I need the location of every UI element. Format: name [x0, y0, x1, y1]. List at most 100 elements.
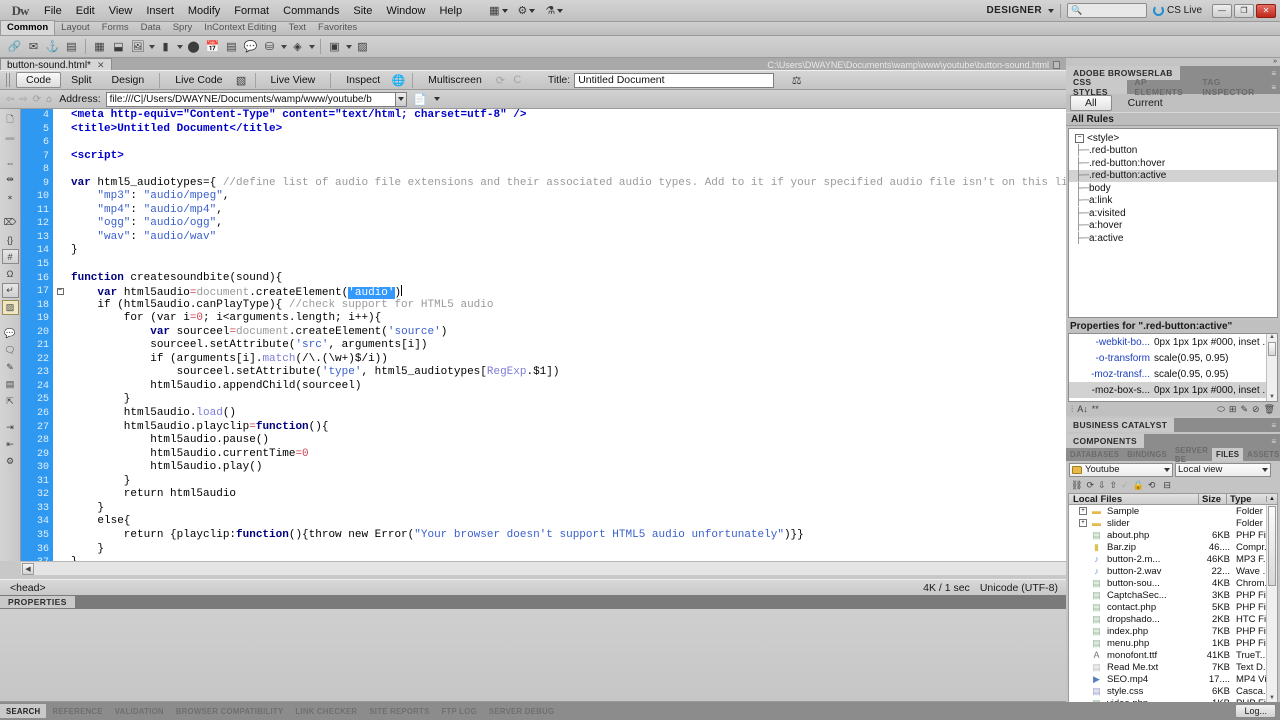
- home-icon[interactable]: ⌂: [46, 94, 52, 105]
- refresh-icon[interactable]: ⟳: [33, 94, 41, 105]
- css-panel-tab-tag-inspector[interactable]: TAG INSPECTOR: [1195, 77, 1271, 97]
- server-side-include-icon[interactable]: ▤: [223, 38, 240, 55]
- image-icon[interactable]: 🖼: [129, 38, 146, 55]
- file-list-row[interactable]: + ▬ slider Folder: [1069, 517, 1277, 529]
- file-list-row[interactable]: ▤ Read Me.txt 7KB Text D...: [1069, 661, 1277, 673]
- back-arrow-icon[interactable]: ⇦: [6, 94, 14, 105]
- menu-file[interactable]: File: [37, 3, 69, 19]
- script-icon[interactable]: ◈: [289, 38, 306, 55]
- css-property-row[interactable]: -moz-box-s... 0px 1px 1px #000, inset ...: [1069, 382, 1277, 398]
- panel-menu-icon[interactable]: ≡: [1271, 421, 1280, 430]
- column-size[interactable]: Size: [1198, 493, 1226, 505]
- recent-snippets-icon[interactable]: ▤: [2, 377, 19, 392]
- template-icon[interactable]: ▣: [326, 38, 343, 55]
- document-chevron-down-icon[interactable]: [433, 97, 440, 101]
- menu-view[interactable]: View: [102, 3, 140, 19]
- put-files-icon[interactable]: ⇧: [1110, 480, 1118, 491]
- code-line[interactable]: 12 "ogg": "audio/ogg",: [21, 217, 1066, 231]
- attach-style-sheet-icon[interactable]: ⬭: [1217, 404, 1225, 415]
- file-list-row[interactable]: ▤ dropshado... 2KB HTC File: [1069, 613, 1277, 625]
- file-list-scrollbar[interactable]: ▼: [1266, 505, 1277, 702]
- code-line[interactable]: 31 }: [21, 475, 1066, 489]
- code-line[interactable]: 35 return {playclip:function(){throw new…: [21, 529, 1066, 543]
- tag-selector-head[interactable]: <head>: [6, 581, 50, 595]
- expand-toggle[interactable]: +: [1069, 507, 1089, 515]
- close-button[interactable]: ✕: [1256, 3, 1276, 18]
- tree-collapse-toggle[interactable]: −: [1075, 133, 1084, 143]
- collapse-full-tag-icon[interactable]: ⇔: [2, 155, 19, 170]
- code-editor[interactable]: 4 <meta http-equiv="Content-Type" content…: [21, 109, 1066, 561]
- css-rule-a-hover[interactable]: ├─ a:hover: [1069, 220, 1277, 233]
- extension-manager-icon[interactable]: ⚗: [545, 4, 564, 17]
- synchronize-icon[interactable]: ⟲: [1148, 480, 1156, 491]
- title-input[interactable]: Untitled Document: [574, 72, 775, 88]
- menu-window[interactable]: Window: [379, 3, 432, 19]
- results-tab-server-debug[interactable]: SERVER DEBUG: [483, 705, 560, 718]
- file-list-row[interactable]: Amonofont.ttf 41KB TrueT...: [1069, 649, 1277, 661]
- file-list-row[interactable]: ▤ CaptchaSec... 3KB PHP File: [1069, 589, 1277, 601]
- multiscreen-button[interactable]: Multiscreen: [418, 72, 492, 88]
- show-only-set-icon[interactable]: **: [1092, 404, 1099, 414]
- code-line[interactable]: 6: [21, 136, 1066, 150]
- disable-property-icon[interactable]: ⊘: [1252, 404, 1260, 415]
- results-tab-search[interactable]: SEARCH: [0, 704, 47, 718]
- code-line[interactable]: 14}: [21, 244, 1066, 258]
- head-chevron-down-icon[interactable]: [281, 44, 287, 49]
- css-property-name[interactable]: -o-transform: [1069, 353, 1154, 364]
- syntax-colors-icon[interactable]: ▨: [1, 300, 19, 315]
- code-horizontal-scrollbar[interactable]: ◀: [21, 561, 1066, 575]
- expand-all-icon[interactable]: ⁎: [2, 189, 19, 204]
- code-line[interactable]: 9 var html5_audiotypes={ //define list of…: [21, 177, 1066, 191]
- code-line[interactable]: 32 return html5audio: [21, 488, 1066, 502]
- results-tab-site-reports[interactable]: SITE REPORTS: [363, 705, 435, 718]
- column-local-files[interactable]: Local Files: [1069, 494, 1198, 505]
- view-button-code[interactable]: Code: [16, 72, 62, 88]
- scroll-up-icon[interactable]: ▲: [1266, 496, 1277, 502]
- files-panel-tab-databases[interactable]: DATABASES: [1066, 449, 1123, 460]
- css-panel-tab-ap-elements[interactable]: AP ELEMENTS: [1127, 77, 1195, 97]
- email-link-icon[interactable]: ✉: [25, 38, 42, 55]
- insert-category-forms[interactable]: Forms: [96, 21, 135, 35]
- menu-site[interactable]: Site: [346, 3, 379, 19]
- comment-icon[interactable]: 💬: [242, 38, 259, 55]
- code-line[interactable]: 23 sourceel.setAttribute('type', html5_a…: [21, 366, 1066, 380]
- edit-rule-icon[interactable]: ✎: [1240, 404, 1248, 415]
- css-rule-red-button-active[interactable]: ├─ .red-button:active: [1069, 169, 1277, 182]
- hyperlink-icon[interactable]: 🔗: [6, 38, 23, 55]
- css-mode-current[interactable]: Current: [1113, 95, 1178, 111]
- code-line[interactable]: 19 for (var i=0; i<arguments.length; i++…: [21, 312, 1066, 326]
- results-tab-browser-compatibility[interactable]: BROWSER COMPATIBILITY: [170, 705, 290, 718]
- code-line[interactable]: 15: [21, 258, 1066, 272]
- css-property-row[interactable]: -webkit-bo... 0px 1px 1px #000, inset ...: [1069, 334, 1277, 350]
- insert-category-spry[interactable]: Spry: [167, 21, 199, 35]
- results-tab-ftp-log[interactable]: FTP LOG: [436, 705, 483, 718]
- toolbar-grip[interactable]: [6, 73, 11, 87]
- css-properties-list[interactable]: -webkit-bo... 0px 1px 1px #000, inset ...…: [1068, 333, 1278, 402]
- file-list-row[interactable]: ♪ button-2.wav 22... Wave ...: [1069, 565, 1277, 577]
- view-button-split[interactable]: Split: [61, 72, 101, 88]
- css-property-value[interactable]: 0px 1px 1px #000, inset ...: [1154, 337, 1271, 348]
- gear-icon[interactable]: ⚙: [518, 4, 536, 17]
- widget-icon[interactable]: ⬤: [185, 38, 202, 55]
- highlight-invalid-code-icon[interactable]: Ω: [2, 266, 19, 281]
- view-select[interactable]: Local view: [1175, 462, 1271, 477]
- file-list[interactable]: + ▬ Sample Folder + ▬ slider Folder ▤ about.php 6K…: [1068, 505, 1278, 703]
- code-line[interactable]: 25 }: [21, 393, 1066, 407]
- code-line[interactable]: 22 if (arguments[i].match(/\.(\w+)$/i)): [21, 353, 1066, 367]
- insert-category-layout[interactable]: Layout: [55, 21, 96, 35]
- chevron-down-icon[interactable]: [1164, 467, 1170, 472]
- css-property-row[interactable]: -moz-transf... scale(0.95, 0.95): [1069, 366, 1277, 382]
- view-button-design[interactable]: Design: [102, 72, 155, 88]
- panel-menu-icon[interactable]: ≡: [1271, 83, 1280, 92]
- insert-div-icon[interactable]: ⬓: [110, 38, 127, 55]
- show-list-view-icon[interactable]: A↓: [1077, 404, 1088, 414]
- properties-panel-header[interactable]: PROPERTIES: [0, 595, 1066, 609]
- log-button[interactable]: Log...: [1235, 704, 1276, 718]
- code-line[interactable]: 11 "mp4": "audio/mp4",: [21, 204, 1066, 218]
- chevron-down-icon[interactable]: [395, 91, 407, 107]
- file-list-row[interactable]: ▤ style.css 6KB Casca...: [1069, 685, 1277, 697]
- css-mode-all[interactable]: All: [1070, 95, 1112, 111]
- insert-category-favorites[interactable]: Favorites: [312, 21, 363, 35]
- menu-insert[interactable]: Insert: [139, 3, 181, 19]
- code-line[interactable]: 17− var html5audio=document.createElemen…: [21, 285, 1066, 300]
